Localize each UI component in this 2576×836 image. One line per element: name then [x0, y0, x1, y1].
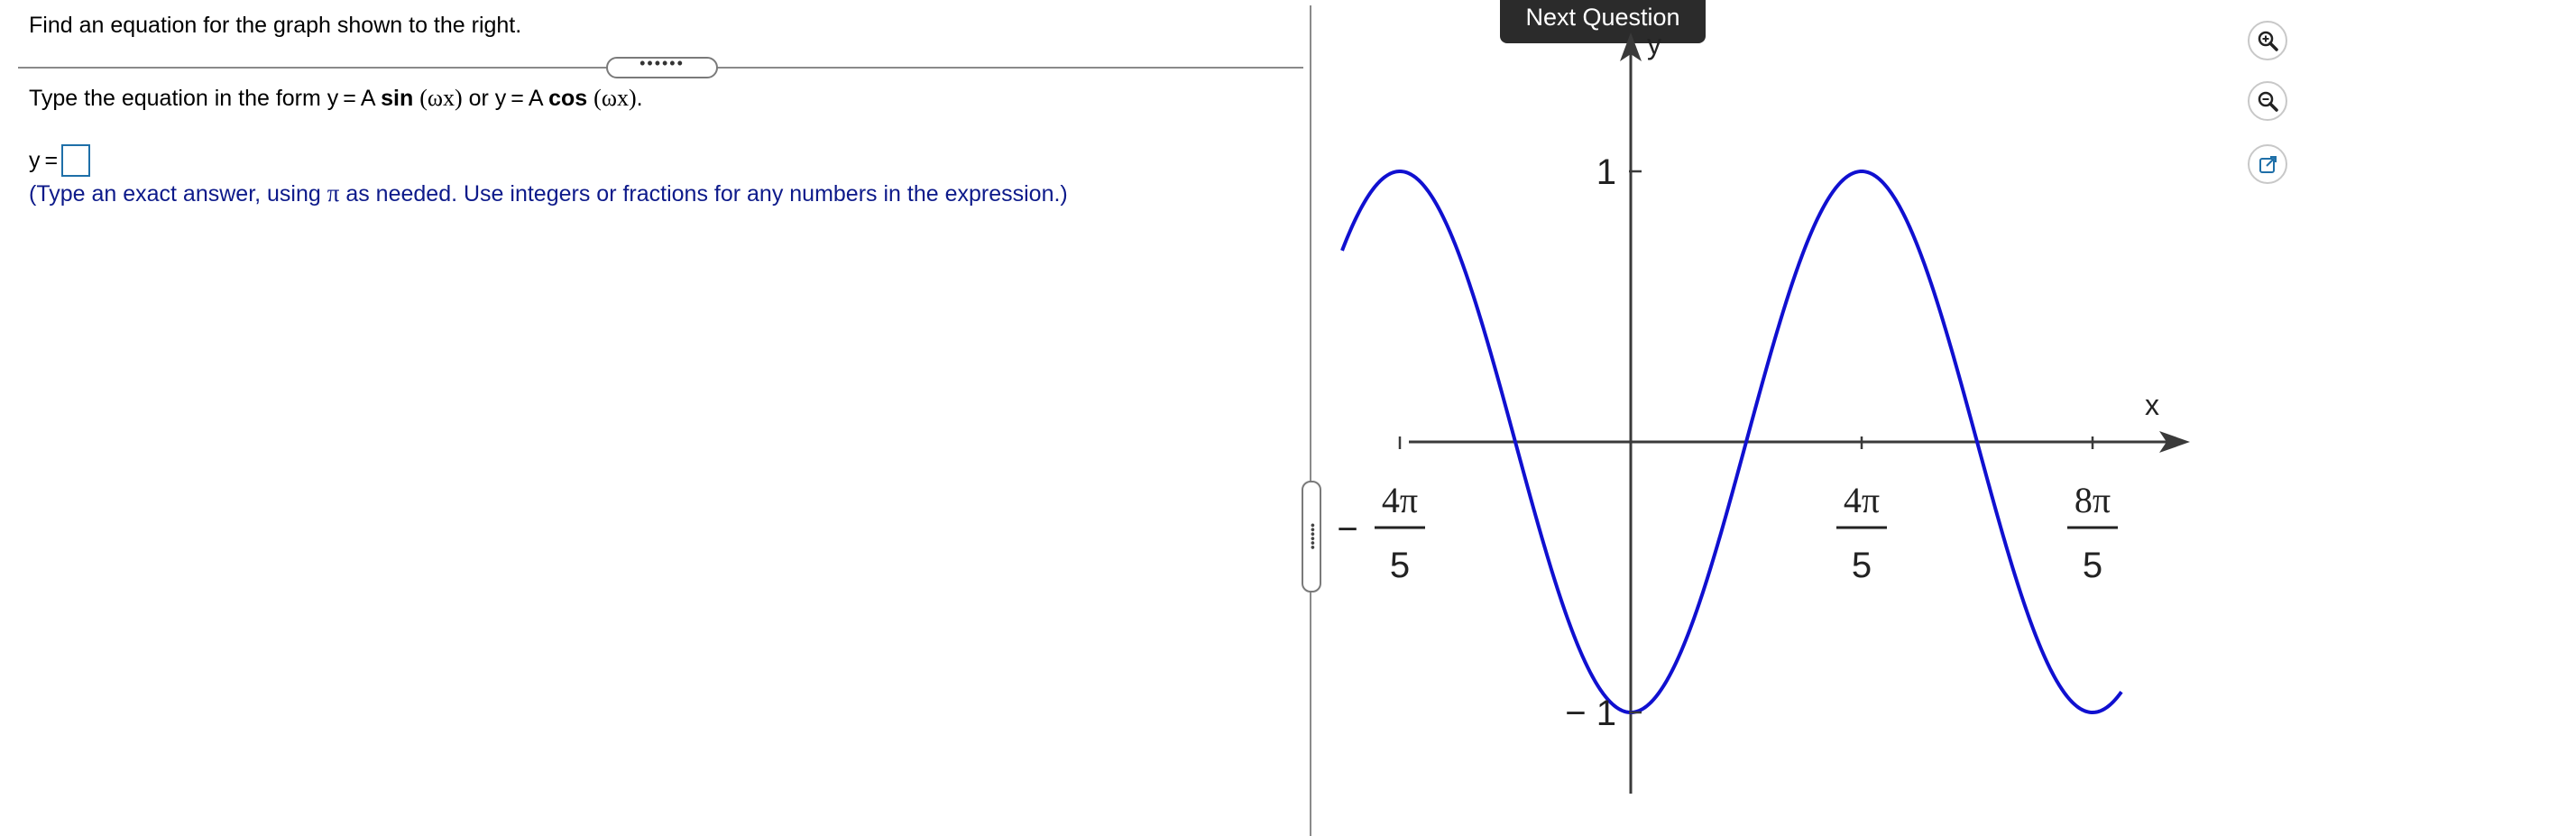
- hint-prefix: (Type an exact answer, using: [29, 181, 327, 207]
- x-tick-denominator: 5: [1390, 546, 1410, 585]
- answer-row: y =: [29, 144, 91, 177]
- y-axis-label: y: [1647, 28, 1661, 60]
- instructions: Type the equation in the form y = A sin …: [29, 85, 643, 112]
- x-tick-sign: −: [1337, 510, 1357, 549]
- y-tick-label: 1: [1596, 152, 1616, 192]
- x-tick-numerator: 4π: [1382, 480, 1418, 520]
- x-tick-numerator: 8π: [2075, 480, 2111, 520]
- pi-symbol: π: [327, 179, 340, 207]
- instr-period: .: [636, 86, 643, 111]
- x-axis-label: x: [2145, 389, 2159, 421]
- axes: xy: [1409, 28, 2190, 794]
- vertical-divider: [1310, 5, 1311, 836]
- zoom-out-icon: [2258, 91, 2278, 112]
- question-prompt: Find an equation for the graph shown to …: [29, 13, 522, 38]
- x-tick-numerator: 4π: [1844, 480, 1880, 520]
- y-tick-label: − 1: [1565, 694, 1616, 733]
- zoom-in-button[interactable]: [2248, 21, 2287, 60]
- zoom-out-button[interactable]: [2248, 81, 2287, 121]
- popout-icon: [2259, 156, 2277, 173]
- zoom-in-icon: [2258, 31, 2278, 51]
- omega-x-2: (ωx): [593, 85, 637, 111]
- function-graph: xy 4π5−4π58π51− 1: [1337, 28, 2190, 794]
- cos-text: cos: [548, 86, 588, 111]
- answer-input[interactable]: [61, 144, 91, 177]
- or-text: or y = A: [462, 86, 549, 111]
- x-tick-denominator: 5: [2083, 546, 2102, 585]
- hint-suffix: as needed. Use integers or fractions for…: [339, 181, 1068, 207]
- hint-text: (Type an exact answer, using π as needed…: [29, 179, 1068, 207]
- sin-text: sin: [381, 86, 414, 111]
- collapse-handle[interactable]: ••••••: [606, 55, 718, 78]
- omega-x-1: (ωx): [419, 85, 463, 111]
- popout-button[interactable]: [2248, 144, 2287, 184]
- answer-label: y =: [29, 147, 59, 173]
- instr-prefix: Type the equation in the form y = A: [29, 86, 382, 111]
- x-tick-denominator: 5: [1852, 546, 1872, 585]
